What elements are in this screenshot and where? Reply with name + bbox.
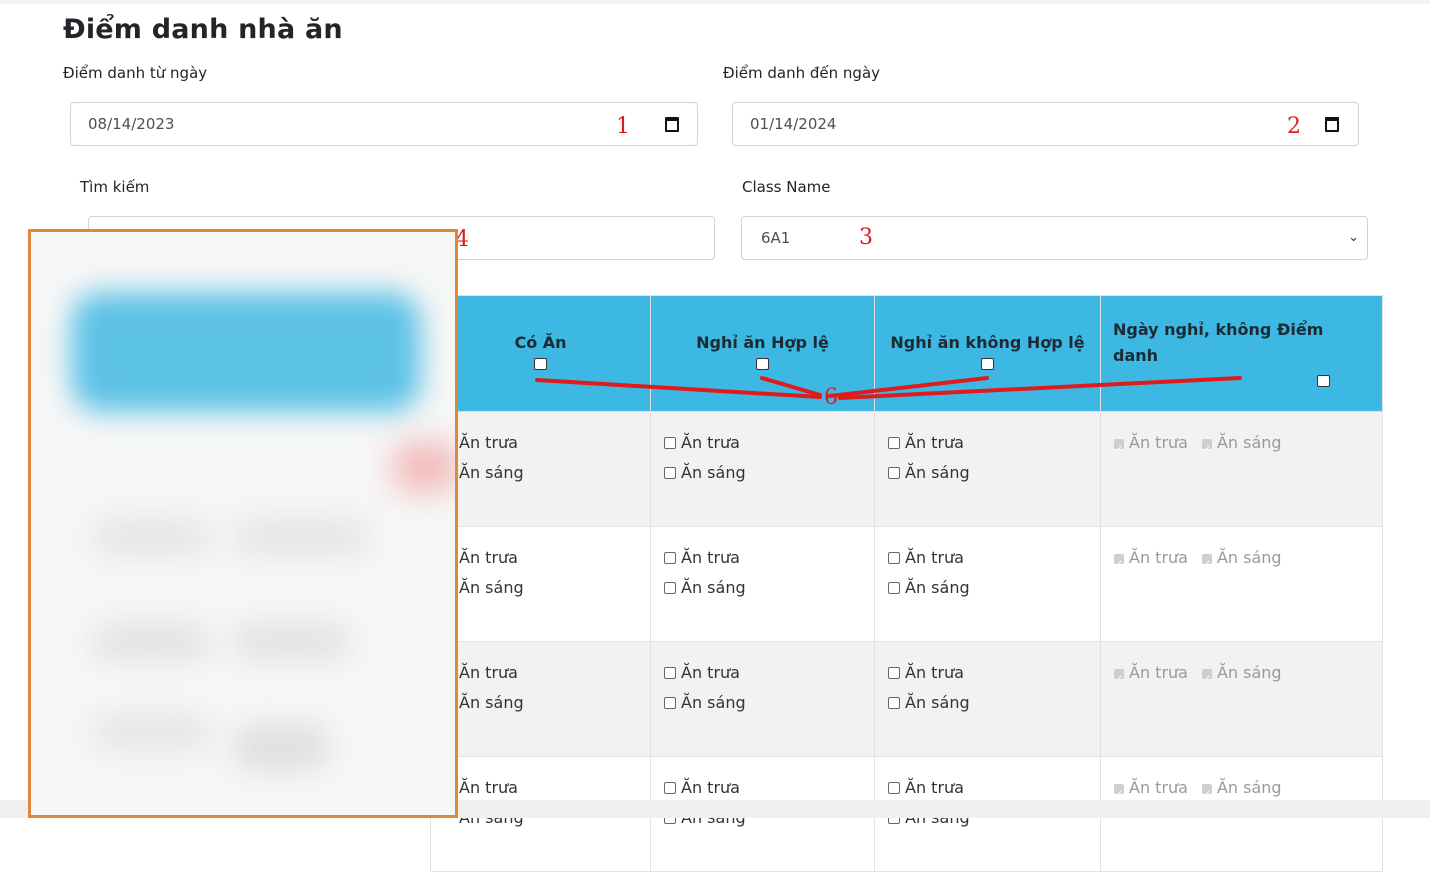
annotation-marker-6: 6 bbox=[824, 385, 838, 410]
redacted-text-blob bbox=[231, 517, 371, 557]
redacted-region bbox=[28, 229, 458, 818]
redacted-text-blob bbox=[91, 517, 211, 557]
redacted-header-blob bbox=[71, 292, 421, 412]
redacted-text-blob bbox=[231, 622, 351, 662]
redacted-text-blob bbox=[91, 712, 211, 752]
redacted-text-blob bbox=[91, 622, 211, 662]
redacted-text-blob bbox=[231, 722, 331, 772]
redacted-badge-blob bbox=[391, 442, 455, 492]
